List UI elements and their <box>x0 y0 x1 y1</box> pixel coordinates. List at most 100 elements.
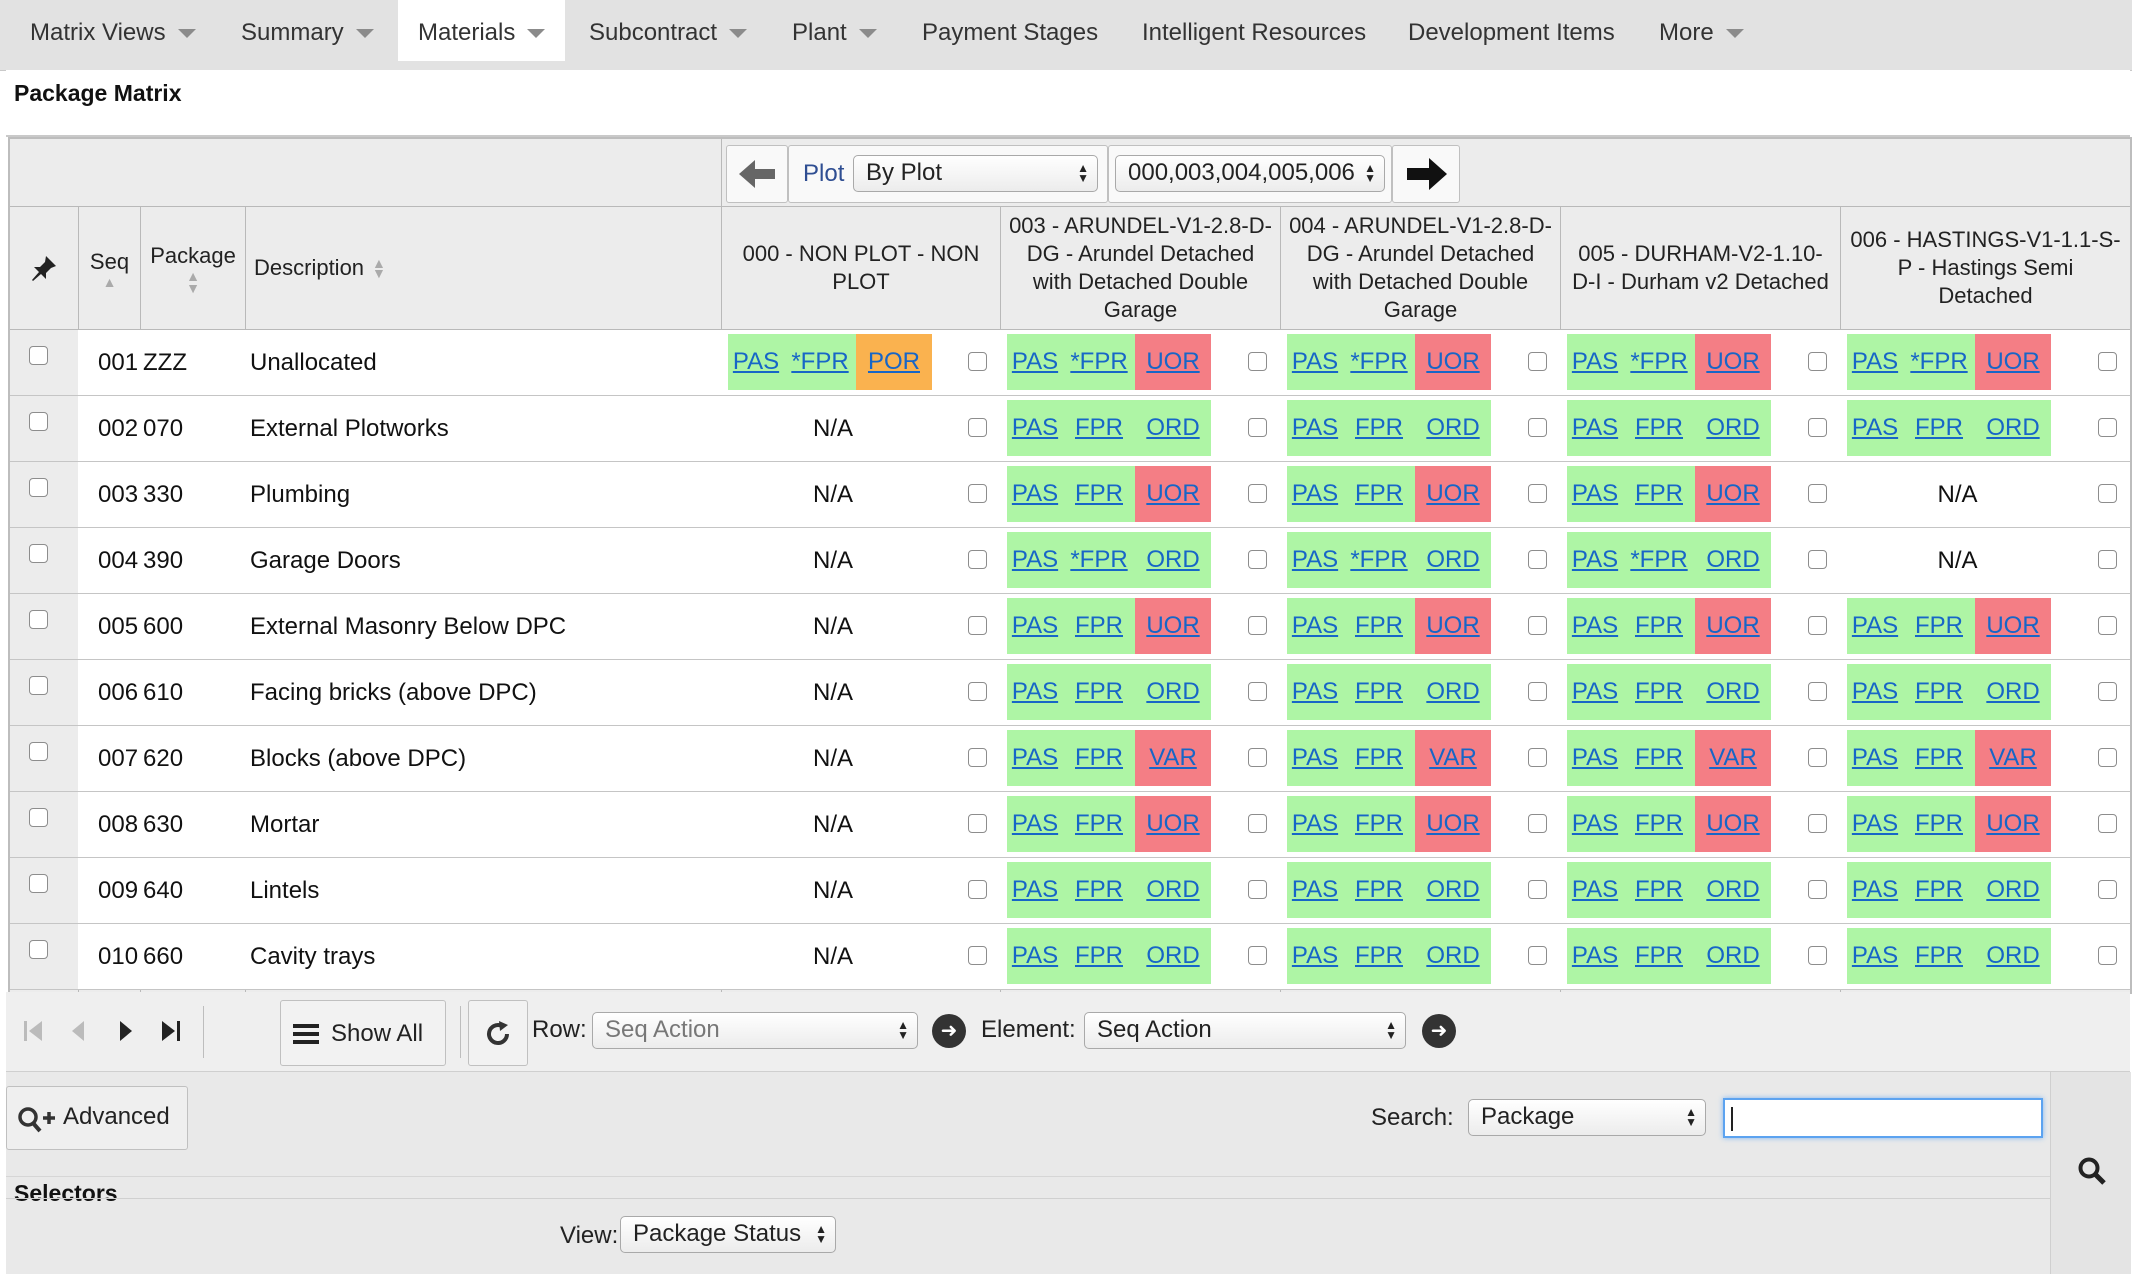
status-link-pas[interactable]: PAS <box>1007 532 1063 588</box>
status-link-fpr[interactable]: FPR <box>1343 400 1415 456</box>
pin-column-header[interactable] <box>10 207 78 329</box>
status-link-pas[interactable]: PAS <box>1287 862 1343 918</box>
status-link-ord[interactable]: ORD <box>1695 532 1771 588</box>
cell-select-checkbox[interactable] <box>1808 484 1827 503</box>
row-select-checkbox[interactable] <box>29 742 48 761</box>
package-column-header[interactable]: Package ▲ ▼ <box>141 207 245 329</box>
status-link-fpr[interactable]: FPR <box>1343 466 1415 522</box>
row-select-checkbox[interactable] <box>29 478 48 497</box>
status-link-pas[interactable]: PAS <box>1847 400 1903 456</box>
cell-select-checkbox[interactable] <box>968 550 987 569</box>
status-link-uor[interactable]: UOR <box>1415 334 1491 390</box>
status-link-pas[interactable]: PAS <box>1847 862 1903 918</box>
status-link-fpr[interactable]: FPR <box>1623 796 1695 852</box>
cell-select-checkbox[interactable] <box>1808 550 1827 569</box>
status-link-pas[interactable]: PAS <box>1567 532 1623 588</box>
row-select-checkbox[interactable] <box>29 940 48 959</box>
status-link-fpr[interactable]: *FPR <box>1343 334 1415 390</box>
cell-select-checkbox[interactable] <box>1528 418 1547 437</box>
status-link-pas[interactable]: PAS <box>1847 730 1903 786</box>
status-link-var[interactable]: VAR <box>1975 730 2051 786</box>
search-field-select[interactable]: Package ▲ ▼ <box>1468 1099 1706 1136</box>
status-link-fpr[interactable]: FPR <box>1623 664 1695 720</box>
status-link-pas[interactable]: PAS <box>1007 400 1063 456</box>
status-link-ord[interactable]: ORD <box>1695 862 1771 918</box>
status-link-fpr[interactable]: FPR <box>1903 664 1975 720</box>
search-button[interactable] <box>2050 1072 2131 1274</box>
status-link-uor[interactable]: UOR <box>1975 796 2051 852</box>
status-link-fpr[interactable]: FPR <box>1063 400 1135 456</box>
status-link-pas[interactable]: PAS <box>1567 400 1623 456</box>
cell-select-checkbox[interactable] <box>1808 682 1827 701</box>
cell-select-checkbox[interactable] <box>1528 616 1547 635</box>
status-link-fpr[interactable]: FPR <box>1623 730 1695 786</box>
status-link-pas[interactable]: PAS <box>1007 664 1063 720</box>
status-link-pas[interactable]: PAS <box>1007 730 1063 786</box>
status-link-fpr[interactable]: FPR <box>1063 730 1135 786</box>
next-plot-button[interactable] <box>1392 145 1460 203</box>
status-link-pas[interactable]: PAS <box>1287 928 1343 984</box>
cell-select-checkbox[interactable] <box>2098 484 2117 503</box>
status-link-fpr[interactable]: FPR <box>1063 664 1135 720</box>
cell-select-checkbox[interactable] <box>968 418 987 437</box>
cell-select-checkbox[interactable] <box>968 616 987 635</box>
status-link-fpr[interactable]: FPR <box>1903 862 1975 918</box>
cell-select-checkbox[interactable] <box>1248 352 1267 371</box>
status-link-pas[interactable]: PAS <box>1567 730 1623 786</box>
status-link-pas[interactable]: PAS <box>1007 334 1063 390</box>
status-link-fpr[interactable]: FPR <box>1063 466 1135 522</box>
status-link-fpr[interactable]: FPR <box>1623 928 1695 984</box>
next-page-icon[interactable] <box>114 1018 138 1044</box>
status-link-ord[interactable]: ORD <box>1135 400 1211 456</box>
status-link-pas[interactable]: PAS <box>1287 532 1343 588</box>
element-action-select[interactable]: Seq Action ▲ ▼ <box>1084 1012 1406 1049</box>
status-link-fpr[interactable]: FPR <box>1623 598 1695 654</box>
status-link-ord[interactable]: ORD <box>1975 862 2051 918</box>
status-link-ord[interactable]: ORD <box>1415 532 1491 588</box>
status-link-pas[interactable]: PAS <box>1847 334 1903 390</box>
status-link-fpr[interactable]: FPR <box>1343 928 1415 984</box>
status-link-fpr[interactable]: *FPR <box>784 334 856 390</box>
status-link-ord[interactable]: ORD <box>1975 400 2051 456</box>
status-link-fpr[interactable]: FPR <box>1343 796 1415 852</box>
tab-matrix-views[interactable]: Matrix Views <box>30 0 196 61</box>
status-link-uor[interactable]: UOR <box>1415 598 1491 654</box>
status-link-uor[interactable]: UOR <box>1695 796 1771 852</box>
status-link-fpr[interactable]: FPR <box>1063 862 1135 918</box>
plot-mode-select[interactable]: By Plot ▲ ▼ <box>853 155 1098 192</box>
status-link-ord[interactable]: ORD <box>1695 664 1771 720</box>
status-link-pas[interactable]: PAS <box>1847 928 1903 984</box>
search-input[interactable] <box>1723 1098 2043 1138</box>
status-link-fpr[interactable]: FPR <box>1343 664 1415 720</box>
tab-subcontract[interactable]: Subcontract <box>589 0 748 61</box>
view-select[interactable]: Package Status ▲ ▼ <box>620 1216 836 1253</box>
status-link-uor[interactable]: UOR <box>1695 334 1771 390</box>
cell-select-checkbox[interactable] <box>968 880 987 899</box>
cell-select-checkbox[interactable] <box>1528 484 1547 503</box>
advanced-button[interactable]: Advanced <box>6 1086 188 1150</box>
status-link-ord[interactable]: ORD <box>1135 928 1211 984</box>
status-link-fpr[interactable]: *FPR <box>1623 532 1695 588</box>
status-link-pas[interactable]: PAS <box>1007 466 1063 522</box>
cell-select-checkbox[interactable] <box>2098 352 2117 371</box>
cell-select-checkbox[interactable] <box>1528 880 1547 899</box>
tab-payment-stages[interactable]: Payment Stages <box>922 0 1098 61</box>
status-link-fpr[interactable]: *FPR <box>1063 334 1135 390</box>
tab-plant[interactable]: Plant <box>792 0 877 61</box>
cell-select-checkbox[interactable] <box>1808 616 1827 635</box>
seq-column-header[interactable]: Seq ▲ <box>79 207 140 329</box>
status-link-uor[interactable]: UOR <box>1415 466 1491 522</box>
cell-select-checkbox[interactable] <box>1528 550 1547 569</box>
status-link-fpr[interactable]: FPR <box>1623 862 1695 918</box>
cell-select-checkbox[interactable] <box>1248 946 1267 965</box>
plot-range-select[interactable]: 000,003,004,005,006 ▲ ▼ <box>1115 155 1385 192</box>
row-select-checkbox[interactable] <box>29 346 48 365</box>
status-link-ord[interactable]: ORD <box>1415 928 1491 984</box>
status-link-fpr[interactable]: FPR <box>1343 730 1415 786</box>
status-link-uor[interactable]: UOR <box>1135 334 1211 390</box>
cell-select-checkbox[interactable] <box>2098 814 2117 833</box>
status-link-var[interactable]: VAR <box>1415 730 1491 786</box>
status-link-fpr[interactable]: FPR <box>1623 400 1695 456</box>
status-link-fpr[interactable]: FPR <box>1063 598 1135 654</box>
status-link-uor[interactable]: UOR <box>1415 796 1491 852</box>
